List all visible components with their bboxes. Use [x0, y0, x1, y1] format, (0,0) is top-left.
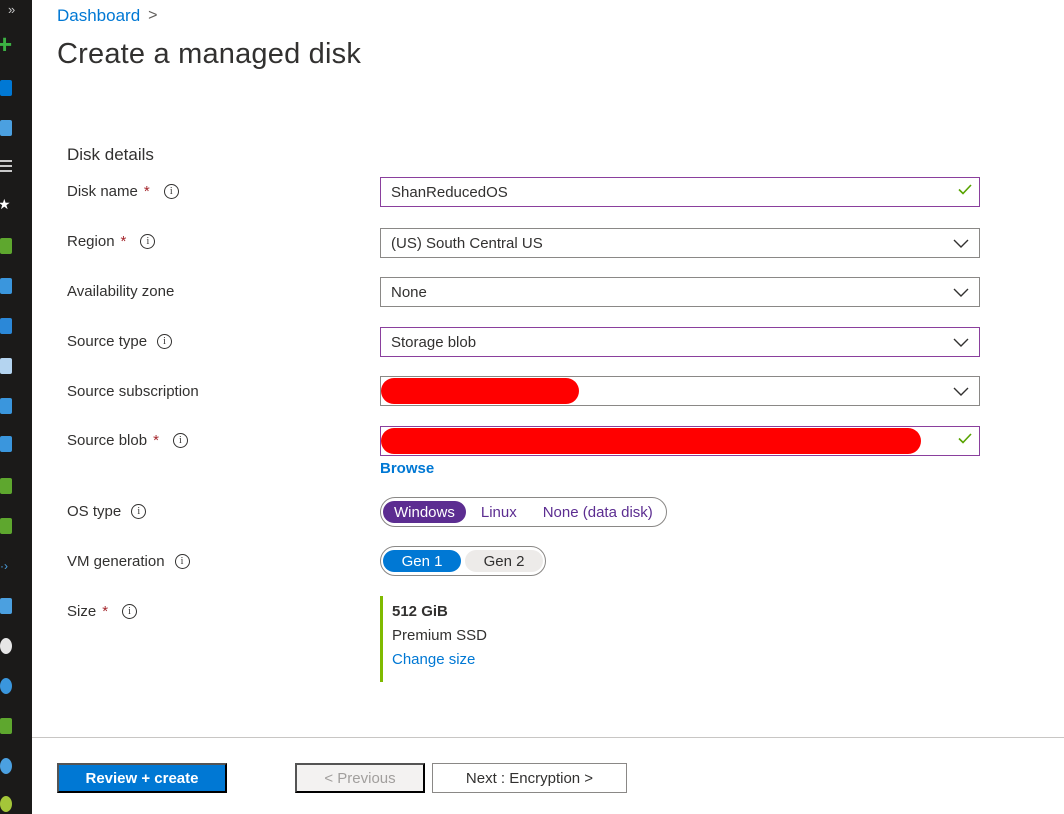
- disk-name-label: Disk name * i: [67, 183, 179, 200]
- all-services-icon[interactable]: [0, 160, 12, 175]
- size-value: 512 GiB: [392, 603, 448, 620]
- app-services-icon[interactable]: [0, 318, 12, 334]
- source-subscription-select[interactable]: [380, 376, 980, 406]
- os-option-linux[interactable]: Linux: [470, 501, 528, 523]
- resource-groups-icon[interactable]: [0, 278, 12, 294]
- availability-zone-value: None: [391, 283, 427, 301]
- info-icon[interactable]: i: [163, 184, 179, 199]
- home-icon[interactable]: [0, 80, 12, 96]
- source-blob-label-text: Source blob: [67, 432, 148, 449]
- source-type-value: Storage blob: [391, 333, 477, 351]
- required-marker: *: [153, 432, 159, 449]
- info-icon[interactable]: i: [157, 334, 173, 349]
- info-icon[interactable]: i: [172, 433, 188, 448]
- disk-name-value: ShanReducedOS: [391, 183, 508, 201]
- page-title: Create a managed disk: [57, 38, 362, 70]
- size-tier: Premium SSD: [392, 627, 488, 644]
- previous-button[interactable]: < Previous: [295, 763, 425, 793]
- os-option-windows[interactable]: Windows: [383, 501, 466, 523]
- vm-generation-label: VM generation i: [67, 553, 190, 570]
- region-label-text: Region: [67, 233, 115, 250]
- os-option-none[interactable]: None (data disk): [532, 501, 664, 523]
- storage-accounts-icon[interactable]: [0, 518, 12, 534]
- vm-generation-toggle: Gen 1 Gen 2: [380, 546, 546, 576]
- region-value: (US) South Central US: [391, 234, 543, 252]
- source-type-select[interactable]: Storage blob: [380, 327, 980, 357]
- change-size-link[interactable]: Change size: [392, 651, 487, 668]
- security-center-icon[interactable]: [0, 718, 12, 734]
- chevron-down-icon: [953, 338, 969, 347]
- sql-database-icon[interactable]: [0, 358, 12, 374]
- chevron-down-icon: [953, 387, 969, 396]
- source-blob-input[interactable]: [380, 426, 980, 456]
- cost-management-icon[interactable]: [0, 796, 12, 812]
- monitor-icon[interactable]: [0, 638, 12, 654]
- expand-sidebar-icon[interactable]: »: [8, 2, 15, 17]
- gen-option-2[interactable]: Gen 2: [465, 550, 543, 572]
- browse-link[interactable]: Browse: [380, 460, 434, 477]
- breadcrumb: Dashboard >: [57, 6, 158, 26]
- footer-divider: [32, 737, 1064, 738]
- size-label-text: Size: [67, 603, 97, 620]
- info-icon[interactable]: i: [131, 504, 147, 519]
- source-subscription-label-text: Source subscription: [67, 383, 199, 400]
- advisor-icon[interactable]: [0, 678, 12, 694]
- vm-generation-label-text: VM generation: [67, 553, 165, 570]
- disk-name-input[interactable]: ShanReducedOS: [380, 177, 980, 207]
- availability-zone-label-text: Availability zone: [67, 283, 175, 300]
- active-directory-icon[interactable]: [0, 598, 12, 614]
- info-icon[interactable]: i: [122, 604, 138, 619]
- region-select[interactable]: (US) South Central US: [380, 228, 980, 258]
- source-type-label-text: Source type: [67, 333, 148, 350]
- os-type-toggle: Windows Linux None (data disk): [380, 497, 667, 527]
- required-marker: *: [102, 603, 109, 620]
- checkmark-icon: [958, 184, 972, 195]
- gen-option-1[interactable]: Gen 1: [383, 550, 461, 572]
- create-resource-icon[interactable]: +: [0, 31, 12, 57]
- chevron-down-icon: [953, 239, 969, 248]
- section-heading-disk-details: Disk details: [67, 145, 154, 164]
- size-label: Size * i: [67, 603, 138, 620]
- dashboard-icon[interactable]: [0, 120, 12, 136]
- info-icon[interactable]: i: [140, 234, 156, 249]
- review-create-button[interactable]: Review + create: [57, 763, 227, 793]
- redacted-subscription-value: [381, 378, 579, 404]
- cosmos-db-icon[interactable]: [0, 398, 12, 414]
- source-type-label: Source type i: [67, 333, 173, 350]
- required-marker: *: [120, 233, 127, 250]
- os-type-label: OS type i: [67, 503, 147, 520]
- source-blob-label: Source blob * i: [67, 432, 188, 449]
- disk-name-label-text: Disk name: [67, 183, 138, 200]
- chevron-down-icon: [953, 288, 969, 297]
- load-balancer-icon[interactable]: [0, 478, 12, 494]
- os-type-label-text: OS type: [67, 503, 122, 520]
- virtual-networks-icon[interactable]: ·›: [0, 558, 12, 574]
- next-encryption-button[interactable]: Next : Encryption >: [432, 763, 627, 793]
- all-resources-icon[interactable]: [0, 238, 12, 254]
- region-label: Region * i: [67, 233, 156, 250]
- availability-zone-select[interactable]: None: [380, 277, 980, 307]
- redacted-blob-value: [381, 428, 921, 454]
- virtual-machines-icon[interactable]: [0, 436, 12, 452]
- availability-zone-label: Availability zone: [67, 283, 174, 300]
- help-support-icon[interactable]: [0, 758, 12, 774]
- checkmark-icon: [958, 433, 972, 444]
- size-summary: 512 GiB Premium SSD Change size: [380, 596, 487, 682]
- required-marker: *: [143, 183, 150, 200]
- favorites-star-icon[interactable]: ★: [0, 196, 11, 213]
- portal-sidebar: » + ★ ·›: [0, 0, 32, 814]
- source-subscription-label: Source subscription: [67, 383, 199, 400]
- breadcrumb-dashboard-link[interactable]: Dashboard: [57, 6, 140, 26]
- breadcrumb-separator-icon: >: [148, 7, 158, 24]
- info-icon[interactable]: i: [174, 554, 190, 569]
